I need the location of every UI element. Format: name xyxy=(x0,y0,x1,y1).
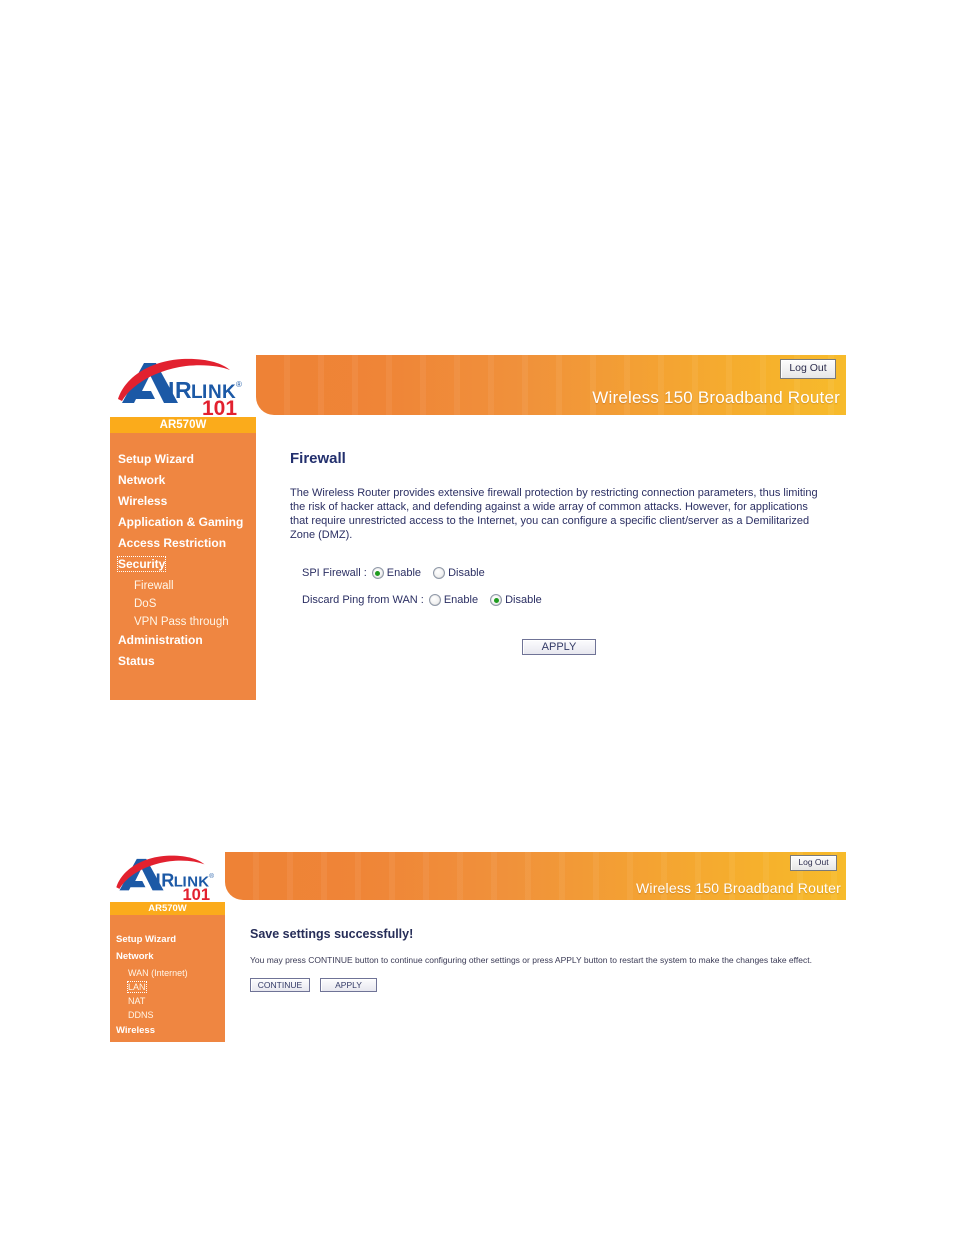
sidebar-item-label: Administration xyxy=(118,633,203,647)
sidebar-item-network[interactable]: Network xyxy=(110,946,225,963)
field-label: SPI Firewall : xyxy=(302,567,367,579)
sidebar-item-label: Security xyxy=(116,556,167,572)
sidebar-item-network[interactable]: Network xyxy=(110,471,256,492)
svg-text:I: I xyxy=(156,870,161,890)
apply-button[interactable]: APPLY xyxy=(522,639,596,655)
sidebar-navigation: AR570W Setup Wizard Network WAN (Interne… xyxy=(110,902,225,1042)
sidebar-item-wireless[interactable]: Wireless xyxy=(110,492,256,513)
logout-button[interactable]: Log Out xyxy=(790,855,837,871)
radio-button-icon xyxy=(490,594,503,606)
sidebar-item-ddns[interactable]: DDNS xyxy=(110,1005,225,1020)
model-name-badge: AR570W xyxy=(110,417,256,433)
sidebar-item-label: Network xyxy=(116,951,154,962)
sidebar-item-label: Firewall xyxy=(134,580,174,592)
page-title: Save settings successfully! xyxy=(250,927,414,941)
sidebar-item-label: Network xyxy=(118,473,166,487)
sidebar-item-label: Wireless xyxy=(118,494,168,508)
product-title: Wireless 150 Broadband Router xyxy=(592,388,840,407)
svg-text:R: R xyxy=(175,377,192,403)
sidebar-item-security[interactable]: Security xyxy=(110,555,256,576)
radio-option-label: Disable xyxy=(505,594,542,606)
model-name-badge: AR570W xyxy=(110,902,225,915)
sidebar-item-lan[interactable]: LAN xyxy=(110,977,225,993)
sidebar-menu: Setup Wizard Network WAN (Internet) LAN … xyxy=(110,915,225,1037)
sidebar-item-label: Application & Gaming xyxy=(118,515,244,529)
router-admin-panel-firewall: Wireless 150 Broadband Router Log Out I … xyxy=(110,355,846,700)
svg-text:L: L xyxy=(174,873,183,890)
radio-option-label: Enable xyxy=(386,567,422,579)
sidebar-item-label: Setup Wizard xyxy=(116,934,177,945)
field-label: Discard Ping from WAN : xyxy=(302,594,424,606)
radio-spi-firewall-disable[interactable]: Disable xyxy=(433,567,485,579)
field-spi-firewall: SPI Firewall : Enable Disable xyxy=(302,567,838,579)
sidebar-item-label: DDNS xyxy=(128,1010,154,1020)
sidebar-item-nat[interactable]: NAT xyxy=(110,991,225,1006)
sidebar-item-status[interactable]: Status xyxy=(110,652,256,673)
svg-text:®: ® xyxy=(236,380,242,389)
radio-option-label: Enable xyxy=(443,594,479,606)
logout-button[interactable]: Log Out xyxy=(780,359,836,379)
form-actions: CONTINUE APPLY xyxy=(250,978,846,992)
radio-option-label: Disable xyxy=(448,567,485,579)
sidebar-item-label: Setup Wizard xyxy=(118,452,194,466)
page-description: You may press CONTINUE button to continu… xyxy=(250,955,812,965)
airlink-logo-graphic: I R L I N K ® 101 xyxy=(118,358,242,417)
sidebar-item-setup-wizard[interactable]: Setup Wizard xyxy=(110,450,256,471)
sidebar-item-firewall[interactable]: Firewall xyxy=(110,576,256,594)
main-content-firewall: Firewall The Wireless Router provides ex… xyxy=(290,450,838,655)
sidebar-item-access-restriction[interactable]: Access Restriction xyxy=(110,534,256,555)
page-description: The Wireless Router provides extensive f… xyxy=(290,487,818,541)
router-admin-panel-save-success: Wireless 150 Broadband Router Log Out I … xyxy=(110,852,846,1042)
sidebar-item-setup-wizard[interactable]: Setup Wizard xyxy=(110,929,225,946)
radio-discard-ping-disable[interactable]: Disable xyxy=(490,594,542,606)
sidebar-item-vpn-pass-through[interactable]: VPN Pass through xyxy=(110,612,256,631)
radio-button-icon xyxy=(371,567,384,579)
radio-spi-firewall-enable[interactable]: Enable xyxy=(371,567,422,579)
sidebar-item-wireless[interactable]: Wireless xyxy=(110,1020,225,1037)
sidebar-item-dos[interactable]: DoS xyxy=(110,594,256,612)
svg-text:I: I xyxy=(168,377,174,403)
sidebar-item-administration[interactable]: Administration xyxy=(110,631,256,652)
radio-discard-ping-enable[interactable]: Enable xyxy=(428,594,479,606)
airlink-logo: I R L I N K ® 101 xyxy=(110,355,256,417)
svg-text:R: R xyxy=(161,870,174,890)
product-title: Wireless 150 Broadband Router xyxy=(635,880,841,896)
sidebar-item-application-gaming[interactable]: Application & Gaming xyxy=(110,513,256,534)
sidebar-item-label: Wireless xyxy=(116,1025,155,1036)
continue-button[interactable]: CONTINUE xyxy=(250,978,310,992)
sidebar-navigation: AR570W Setup Wizard Network Wireless App… xyxy=(110,417,256,700)
sidebar-item-label: VPN Pass through xyxy=(134,616,229,628)
airlink-logo-graphic: I R L I N K ® 101 xyxy=(116,855,214,902)
svg-text:101: 101 xyxy=(182,885,210,902)
radio-button-icon xyxy=(433,567,446,579)
sidebar-item-label: DoS xyxy=(134,598,157,610)
svg-text:®: ® xyxy=(209,872,214,880)
sidebar-item-label: Access Restriction xyxy=(118,536,227,550)
page-title: Firewall xyxy=(290,450,346,467)
airlink-logo: I R L I N K ® 101 xyxy=(110,852,225,902)
radio-button-icon xyxy=(428,594,441,606)
sidebar-item-wan-internet[interactable]: WAN (Internet) xyxy=(110,963,225,978)
form-actions: APPLY xyxy=(522,639,838,655)
svg-text:101: 101 xyxy=(202,397,237,417)
field-discard-ping-from-wan: Discard Ping from WAN : Enable Disable xyxy=(302,594,838,606)
apply-button[interactable]: APPLY xyxy=(320,978,377,992)
sidebar-item-label: Status xyxy=(118,654,155,668)
main-content-save-success: Save settings successfully! You may pres… xyxy=(250,927,846,992)
sidebar-menu: Setup Wizard Network Wireless Applicatio… xyxy=(110,433,256,673)
